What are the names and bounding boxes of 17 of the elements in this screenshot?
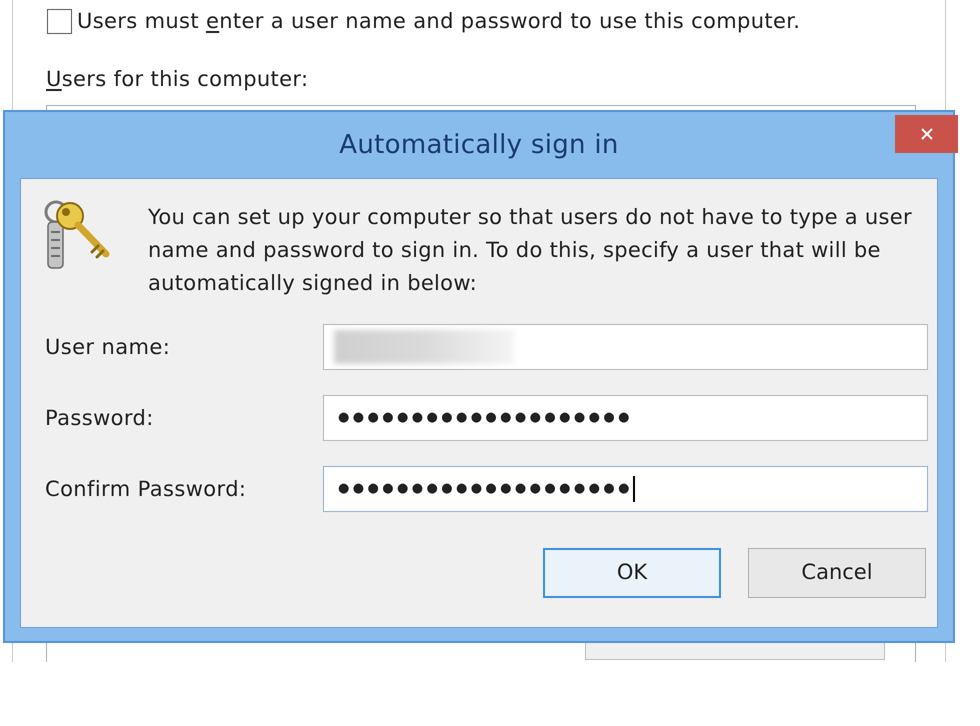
close-icon: [920, 128, 932, 140]
field-label: User name:: [45, 334, 170, 360]
field-label: Password:: [45, 405, 154, 431]
covered-button[interactable]: [585, 643, 885, 660]
text-cursor: [632, 476, 635, 502]
password-field[interactable]: ●●●●●●●●●●●●●●●●●●●●: [323, 395, 928, 441]
ok-button[interactable]: OK: [543, 548, 721, 598]
checkbox[interactable]: [47, 8, 72, 34]
description-text: You can set up your computer so that users do not have to type a user name and password to sign in. To do this, specify a user that will be automatically signed in below:: [148, 204, 913, 297]
dialog-title: Automatically sign in: [339, 129, 619, 161]
field-label: Confirm Password:: [45, 476, 246, 502]
checkbox-label: Users must enter a user name and password to use this computer.: [77, 8, 800, 34]
close-button[interactable]: [895, 115, 958, 153]
list-label: Users for this computer:: [46, 66, 308, 92]
username-field[interactable]: [323, 324, 928, 370]
password-field[interactable]: ●●●●●●●●●●●●●●●●●●●●: [323, 466, 928, 512]
cancel-button[interactable]: Cancel: [748, 548, 926, 598]
